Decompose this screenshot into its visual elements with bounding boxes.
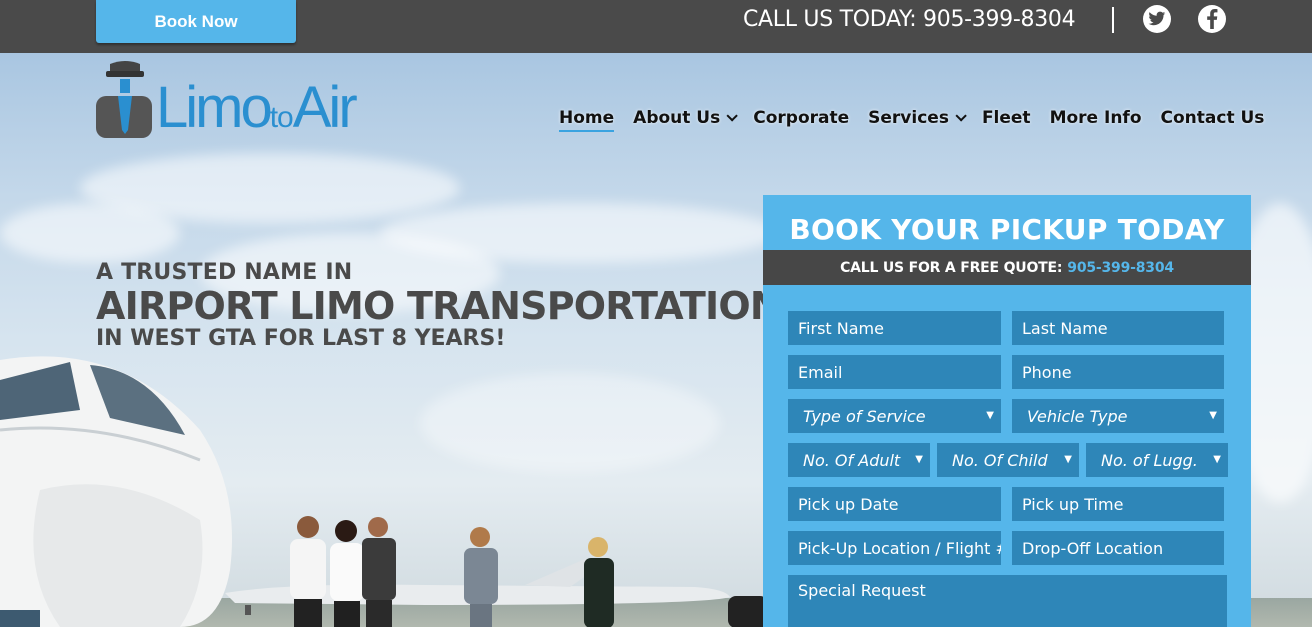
last-name-placeholder: Last Name	[1022, 318, 1108, 338]
special-request-placeholder: Special Request	[798, 581, 926, 600]
pickup-time-field[interactable]: Pick up Time	[1012, 487, 1224, 521]
nav-label: Contact Us	[1160, 108, 1265, 128]
children-select[interactable]: No. Of Child ▼	[937, 443, 1079, 477]
nav-label: Home	[559, 108, 615, 128]
logo-air: Air	[292, 75, 358, 140]
dropdown-arrow-icon: ▼	[915, 454, 923, 465]
dropdown-arrow-icon: ▼	[986, 410, 994, 421]
pickup-location-placeholder: Pick-Up Location / Flight #	[798, 538, 1001, 558]
first-name-field[interactable]: First Name	[788, 311, 1001, 345]
facebook-link[interactable]	[1198, 5, 1226, 33]
nav-label: Corporate	[753, 108, 850, 128]
call-us-text: CALL US TODAY: 905-399-8304	[743, 7, 1076, 32]
headline-line2: AIRPORT LIMO TRANSPORTATION	[96, 284, 782, 328]
service-type-select[interactable]: Type of Service ▼	[788, 399, 1001, 433]
email-placeholder: Email	[798, 362, 843, 382]
first-name-placeholder: First Name	[798, 318, 884, 338]
pickup-date-field[interactable]: Pick up Date	[788, 487, 1001, 521]
pickup-date-placeholder: Pick up Date	[798, 494, 899, 514]
nav-about-us[interactable]: About Us	[633, 106, 739, 130]
nav-contact-us[interactable]: Contact Us	[1161, 106, 1265, 130]
booking-form: BOOK YOUR PICKUP TODAY CALL US FOR A FRE…	[763, 195, 1251, 627]
nav-label: More Info	[1049, 108, 1142, 128]
vehicle-type-value: Vehicle Type	[1027, 406, 1128, 426]
twitter-link[interactable]	[1143, 5, 1171, 33]
luggage-value: No. of Lugg.	[1101, 450, 1198, 470]
nav-label: About Us	[633, 108, 721, 128]
adults-select[interactable]: No. Of Adult ▼	[788, 443, 930, 477]
luggage-select[interactable]: No. of Lugg. ▼	[1086, 443, 1228, 477]
dropoff-location-placeholder: Drop-Off Location	[1022, 538, 1164, 558]
nav-more-info[interactable]: More Info	[1050, 106, 1142, 130]
free-quote-label: CALL US FOR A FREE QUOTE:	[840, 259, 1063, 276]
free-quote-bar: CALL US FOR A FREE QUOTE: 905-399-8304	[763, 250, 1251, 285]
facebook-icon	[1207, 9, 1218, 29]
chevron-down-icon	[726, 110, 739, 122]
nav-corporate[interactable]: Corporate	[753, 106, 849, 130]
logo-limo: Limo	[156, 75, 273, 140]
logo-to: to	[269, 101, 294, 134]
site-logo[interactable]: LimotoAir	[96, 60, 406, 140]
chauffeur-logo-icon	[96, 61, 152, 138]
headline-line3: IN WEST GTA FOR LAST 8 YEARS!	[96, 326, 506, 351]
logo-wordmark: LimotoAir	[156, 75, 358, 148]
phone-field[interactable]: Phone	[1012, 355, 1224, 389]
chevron-down-icon	[955, 110, 967, 122]
private-jet	[0, 356, 232, 627]
pickup-time-placeholder: Pick up Time	[1022, 494, 1124, 514]
phone-placeholder: Phone	[1022, 362, 1072, 382]
dropdown-arrow-icon: ▼	[1209, 410, 1217, 421]
dropdown-arrow-icon: ▼	[1213, 454, 1221, 465]
top-bar: Book Now CALL US TODAY: 905-399-8304	[0, 0, 1312, 53]
headline-line1: A TRUSTED NAME IN	[96, 260, 353, 285]
dropdown-arrow-icon: ▼	[1064, 454, 1072, 465]
vehicle-type-select[interactable]: Vehicle Type ▼	[1012, 399, 1224, 433]
nav-services[interactable]: Services	[868, 106, 967, 130]
email-field[interactable]: Email	[788, 355, 1001, 389]
divider	[1112, 7, 1114, 33]
passengers-group	[290, 516, 614, 627]
main-nav: Home About Us Corporate Services Fleet M…	[559, 106, 1283, 132]
car	[728, 596, 768, 627]
cloud	[420, 373, 720, 473]
adults-value: No. Of Adult	[803, 450, 901, 470]
book-now-button[interactable]: Book Now	[96, 0, 296, 43]
nav-label: Fleet	[981, 108, 1031, 128]
last-name-field[interactable]: Last Name	[1012, 311, 1224, 345]
service-type-value: Type of Service	[803, 406, 926, 426]
nav-fleet[interactable]: Fleet	[982, 106, 1031, 130]
nav-home[interactable]: Home	[559, 106, 615, 132]
special-request-textarea[interactable]: Special Request	[788, 575, 1227, 627]
free-quote-phone[interactable]: 905-399-8304	[1067, 260, 1174, 276]
pickup-location-field[interactable]: Pick-Up Location / Flight #	[788, 531, 1001, 565]
twitter-icon	[1148, 11, 1166, 26]
booking-title: BOOK YOUR PICKUP TODAY	[789, 213, 1225, 246]
dropoff-location-field[interactable]: Drop-Off Location	[1012, 531, 1224, 565]
nav-label: Services	[868, 108, 949, 128]
cloud	[0, 203, 180, 263]
children-value: No. Of Child	[952, 450, 1048, 470]
